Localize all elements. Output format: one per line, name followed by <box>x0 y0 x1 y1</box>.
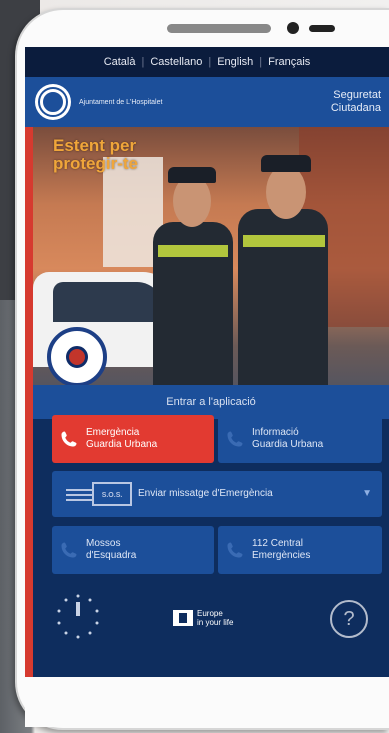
info-guardia-urbana-button[interactable]: Informació Guardia Urbana <box>218 415 382 463</box>
eu-flag-icon <box>173 610 193 626</box>
hero-banner: Estent per protegir-te <box>33 127 389 385</box>
sos-envelope-icon: S.O.S. <box>92 482 132 506</box>
language-english[interactable]: English <box>217 56 253 68</box>
europe-in-your-life-logo: Europe in your life <box>173 609 233 627</box>
police-emblem-icon <box>47 327 107 385</box>
language-catala[interactable]: Català <box>104 56 136 68</box>
language-francais[interactable]: Français <box>268 56 310 68</box>
app-screen: Català | Castellano | English | Français Aj… <box>25 47 389 677</box>
fair-play-logo <box>57 594 99 639</box>
phone-icon <box>227 542 243 558</box>
send-emergency-message-button[interactable]: S.O.S. Enviar missatge d'Emergència ▼ <box>52 471 382 517</box>
app-header: Ajuntament de L'Hospitalet Seguretat Ciu… <box>25 77 389 127</box>
phone-speaker <box>167 24 271 33</box>
enter-app-button[interactable]: Entrar a l'aplicació <box>33 385 389 419</box>
speed-lines-icon <box>66 489 94 491</box>
sos-label: Enviar missatge d'Emergència <box>138 488 273 499</box>
phone-camera <box>287 22 299 34</box>
phone-sensor <box>309 25 335 32</box>
phone-icon <box>61 431 77 447</box>
app-brand: Seguretat Ciutadana <box>330 89 381 114</box>
organization-name: Ajuntament de L'Hospitalet <box>79 98 163 106</box>
hero-slogan: Estent per protegir-te <box>53 136 138 173</box>
mossos-esquadra-button[interactable]: Mossos d'Esquadra <box>52 526 214 574</box>
phone-icon <box>61 542 77 558</box>
central-112-button[interactable]: 112 Central Emergències <box>218 526 382 574</box>
chevron-down-icon: ▼ <box>362 488 372 499</box>
city-crest-icon <box>35 84 71 120</box>
help-button[interactable]: ? <box>330 600 368 638</box>
phone-bottom-bezel <box>25 677 389 727</box>
phone-icon <box>227 431 243 447</box>
language-castellano[interactable]: Castellano <box>150 56 202 68</box>
language-bar: Català | Castellano | English | Français <box>25 47 389 77</box>
emergency-guardia-urbana-button[interactable]: Emergència Guardia Urbana <box>52 415 214 463</box>
accent-stripe <box>25 127 33 677</box>
